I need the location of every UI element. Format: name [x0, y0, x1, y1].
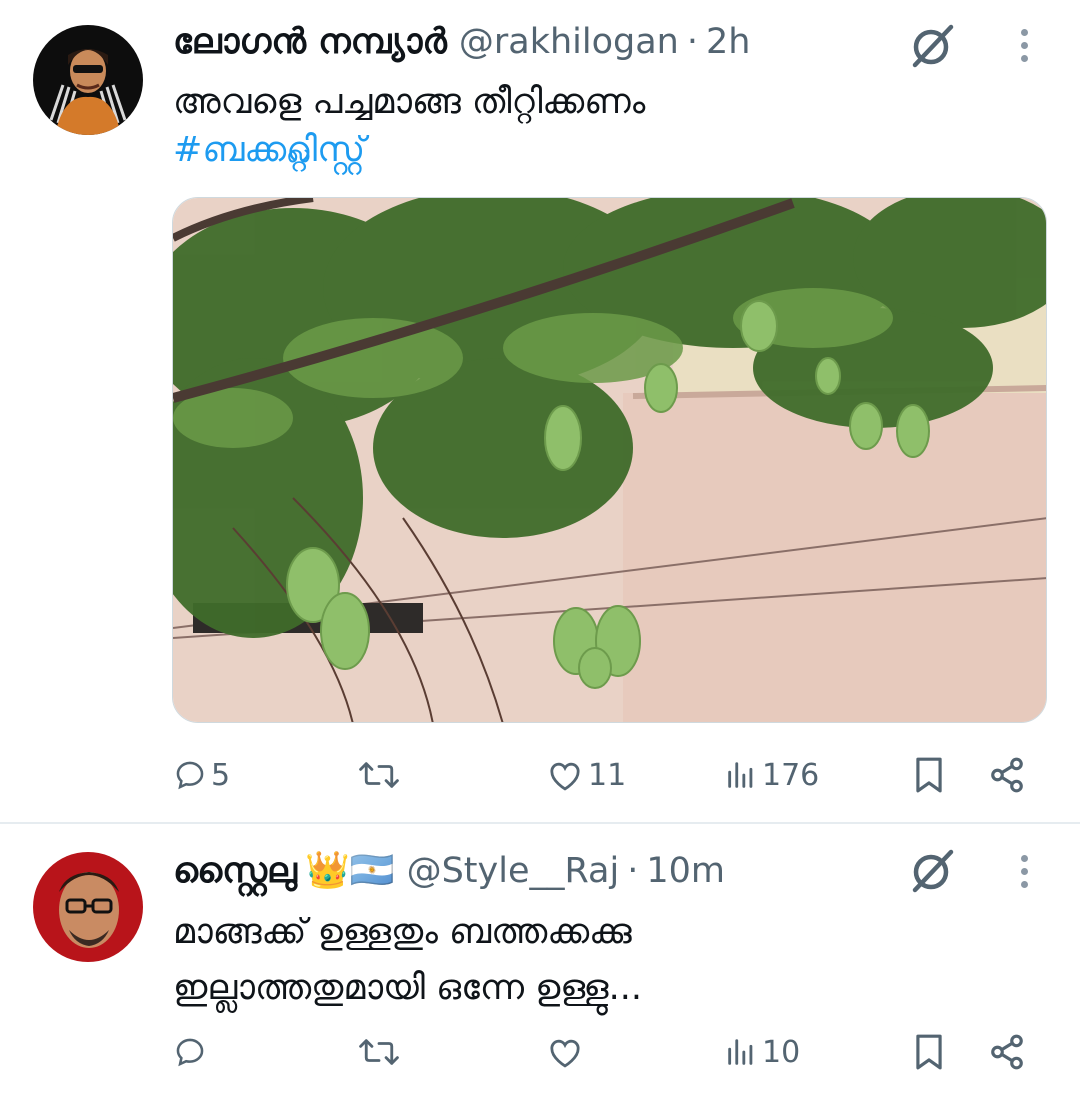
tweet-photo[interactable] — [172, 197, 1047, 723]
share-button[interactable] — [988, 1022, 1026, 1082]
author-name[interactable]: ലോഗൻ നമ്പ്യാർ — [173, 22, 447, 62]
tweet-body-line-2: ഇല്ലാത്തതുമായി ഒന്നേ ഉള്ളു... — [173, 968, 642, 1008]
view-count: 10 — [762, 1034, 801, 1070]
author-handle[interactable]: @rakhilogan — [459, 22, 679, 62]
like-button[interactable]: 11 — [546, 745, 626, 805]
reply-icon — [176, 1038, 204, 1067]
tweet[interactable]: ലോഗൻ നമ്പ്യാർ @rakhilogan · 2h അവളെ പച്ച… — [0, 0, 1080, 824]
like-button[interactable] — [546, 1022, 584, 1082]
author-badges: 👑🇦🇷 — [304, 850, 395, 891]
author-name[interactable]: സ്റ്റൈലു — [173, 851, 297, 891]
reply-count: 5 — [211, 757, 231, 793]
bookmark-button[interactable] — [912, 1022, 946, 1082]
mango-tree-photo — [173, 198, 1046, 722]
hashtag-link[interactable]: #ബക്കറ്റ്ലിസ്റ്റ് — [173, 126, 645, 174]
tweet-body: അവളെ പച്ചമാങ്ങ തീറ്റിക്കണം — [173, 82, 646, 122]
views-icon — [728, 1039, 753, 1065]
grok-icon[interactable] — [905, 844, 959, 898]
more-options-icon[interactable] — [1014, 18, 1034, 72]
views-button[interactable]: 176 — [724, 745, 819, 805]
more-options-icon[interactable] — [1014, 844, 1034, 898]
reply-button[interactable] — [173, 1022, 207, 1082]
share-button[interactable] — [988, 745, 1026, 805]
timestamp[interactable]: 10m — [646, 851, 725, 891]
heart-icon — [550, 762, 580, 791]
retweet-icon — [359, 1039, 399, 1065]
views-icon — [728, 762, 753, 788]
avatar[interactable] — [33, 25, 143, 135]
separator-dot: · — [627, 851, 639, 891]
retweet-button[interactable] — [357, 1022, 401, 1082]
bookmark-icon — [916, 1034, 942, 1070]
timestamp[interactable]: 2h — [706, 22, 750, 62]
like-count: 11 — [588, 757, 627, 793]
bookmark-button[interactable] — [912, 745, 946, 805]
view-count: 176 — [762, 757, 820, 793]
share-icon — [991, 757, 1023, 793]
avatar[interactable] — [33, 852, 143, 962]
views-button[interactable]: 10 — [724, 1022, 800, 1082]
reply-button[interactable]: 5 — [173, 745, 230, 805]
tweet-actions: 5 11 176 — [0, 745, 1080, 805]
heart-icon — [550, 1039, 580, 1068]
share-icon — [991, 1034, 1023, 1070]
tweet-text: അവളെ പച്ചമാങ്ങ തീറ്റിക്കണം #ബക്കറ്റ്ലിസ്… — [173, 78, 645, 174]
author-handle[interactable]: @Style__Raj — [407, 851, 620, 891]
tweet-header: ലോഗൻ നമ്പ്യാർ @rakhilogan · 2h — [173, 22, 750, 62]
reply-icon — [176, 761, 204, 790]
tweet-header: സ്റ്റൈലു 👑🇦🇷 @Style__Raj · 10m — [173, 849, 725, 891]
tweet-body-line-1: മാങ്ങക്ക് ഉള്ളതും ബത്തക്കക്കു — [173, 912, 632, 952]
grok-icon[interactable] — [905, 19, 959, 73]
bookmark-icon — [916, 757, 942, 793]
separator-dot: · — [686, 22, 698, 62]
retweet-button[interactable] — [357, 745, 401, 805]
tweet-actions: 10 — [0, 1022, 1080, 1082]
tweet-text: മാങ്ങക്ക് ഉള്ളതും ബത്തക്കക്കു ഇല്ലാത്തതു… — [173, 904, 642, 1016]
tweet[interactable]: സ്റ്റൈലു 👑🇦🇷 @Style__Raj · 10m മാങ്ങക്ക്… — [0, 824, 1080, 1111]
retweet-icon — [359, 762, 399, 788]
